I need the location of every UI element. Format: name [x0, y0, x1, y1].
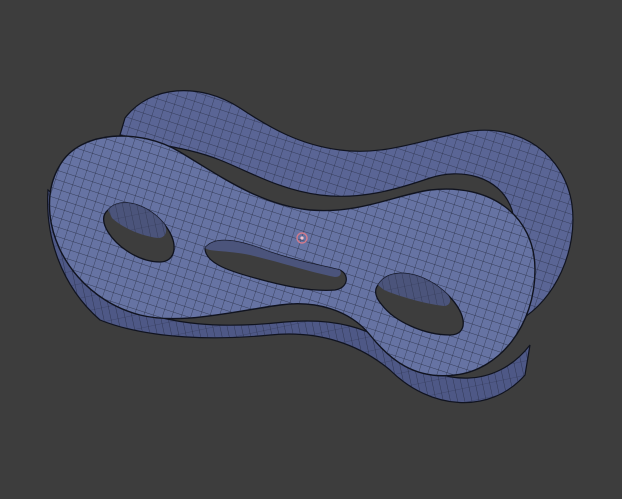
- 3d-viewport[interactable]: [0, 0, 622, 499]
- viewport-canvas[interactable]: [0, 0, 622, 499]
